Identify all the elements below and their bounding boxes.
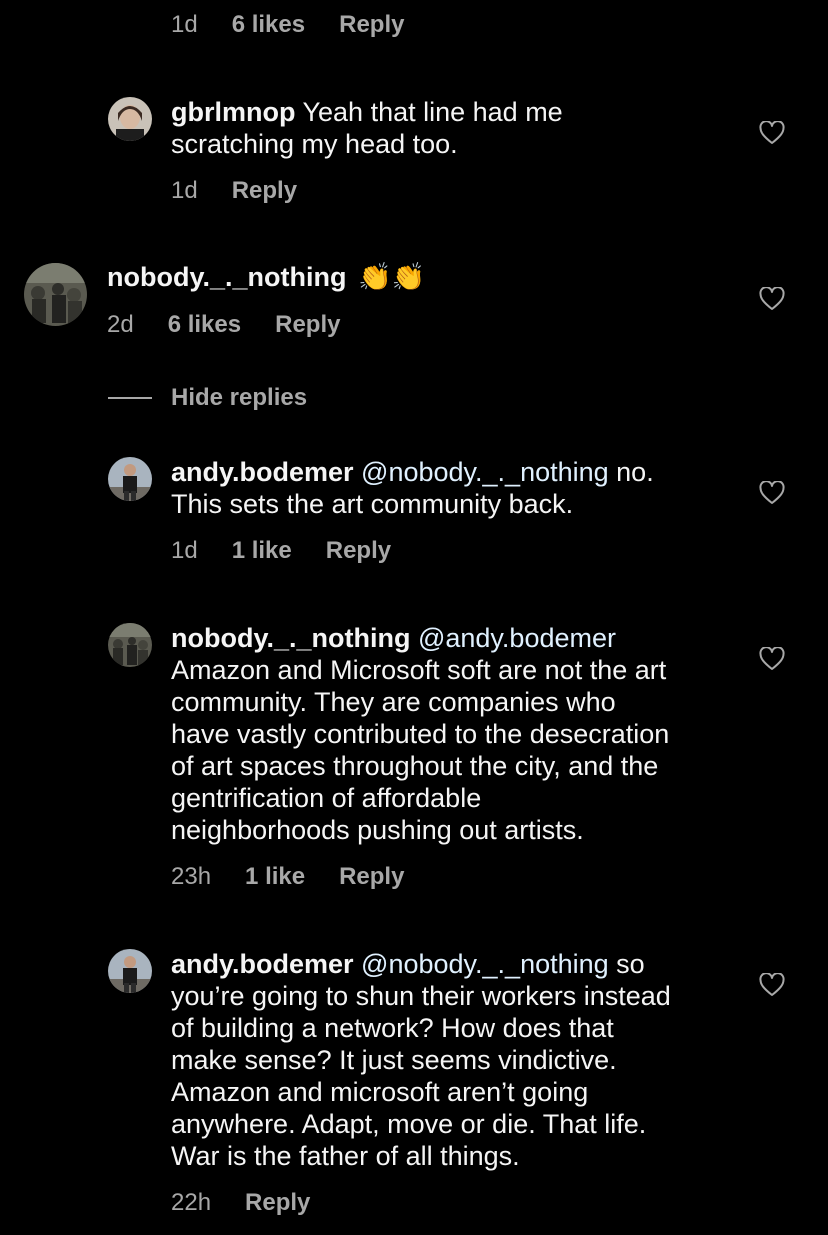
avatar[interactable] [108,97,152,141]
comment-body: andy.bodemer @nobody._._nothing so you’r… [171,948,671,1172]
comment-text-line: War is the father of all things. [171,1141,520,1171]
comment-body: gbrlmnop Yeah that line had me scratchin… [171,96,563,160]
comment-meta-top: 1d 6 likes Reply [171,9,438,41]
reply-button[interactable]: Reply [275,311,340,339]
heart-icon[interactable] [759,973,785,997]
comment-text-line: neighborhoods pushing out artists. [171,815,584,845]
comment-meta: 22h Reply [171,1187,344,1219]
clap-emoji: 👏👏 [357,262,426,292]
comment-body: nobody._._nothing @andy.bodemer Amazon a… [171,622,669,846]
comment-time: 1d [171,11,198,38]
comment-mention[interactable]: @nobody._._nothing [354,457,609,487]
comment-body: nobody._._nothing 👏👏 [107,261,425,293]
comment-likes[interactable]: 1 like [245,863,305,891]
comment-time: 22h [171,1189,212,1216]
avatar[interactable] [108,623,152,667]
reply-button[interactable]: Reply [245,1189,310,1217]
comment-meta: 2d 6 likes Reply [107,309,374,341]
heart-icon[interactable] [759,121,785,145]
comment-text-line: scratching my head too. [171,129,458,159]
comment-mention[interactable]: @nobody._._nothing [354,949,609,979]
comment-mention[interactable]: @andy.bodemer [410,623,616,653]
comment-text-line: anywhere. Adapt, move or die. That life. [171,1109,647,1139]
heart-icon[interactable] [759,287,785,311]
reply-button[interactable]: Reply [339,863,404,891]
comment-text-line: of building a network? How does that [171,1013,614,1043]
comment-text-line: have vastly contributed to the desecrati… [171,719,670,749]
comment-time: 1d [171,177,198,204]
comment-text-line: Amazon and microsoft aren’t going [171,1077,589,1107]
comment-text-line: Amazon and Microsoft soft are not the ar… [171,655,667,685]
comment-likes[interactable]: 1 like [232,537,292,565]
comment-time: 1d [171,537,198,564]
comment-text-line: make sense? It just seems vindictive. [171,1045,617,1075]
reply-button[interactable]: Reply [326,537,391,565]
comment-time: 23h [171,863,212,890]
comment-meta: 1d 1 like Reply [171,535,425,567]
comment-body: andy.bodemer @nobody._._nothing no. This… [171,456,654,520]
comment-text-line: of art spaces throughout the city, and t… [171,751,659,781]
comment-text-line: gentrification of affordable [171,783,482,813]
heart-icon[interactable] [759,647,785,671]
comment-time: 2d [107,311,134,338]
comment-meta: 23h 1 like Reply [171,861,438,893]
comment-username[interactable]: gbrlmnop [171,97,295,127]
reply-button[interactable]: Reply [339,11,404,39]
hide-replies-divider [108,397,152,399]
heart-icon[interactable] [759,481,785,505]
comment-likes[interactable]: 6 likes [168,311,241,339]
comment-likes[interactable]: 6 likes [232,11,305,39]
comment-text-line: Yeah that line had me [295,97,563,127]
comment-text-line: no. [608,457,654,487]
comment-meta: 1d Reply [171,175,331,207]
comment-username[interactable]: andy.bodemer [171,949,354,979]
avatar[interactable] [108,949,152,993]
comment-username[interactable]: nobody._._nothing [171,623,410,653]
comment-username[interactable]: nobody._._nothing [107,262,346,292]
comment-text-line: This sets the art community back. [171,489,574,519]
comment-text-line: so [608,949,645,979]
avatar[interactable] [108,457,152,501]
reply-button[interactable]: Reply [232,177,297,205]
avatar[interactable] [24,263,87,326]
comment-username[interactable]: andy.bodemer [171,457,354,487]
comment-text-line: you’re going to shun their workers inste… [171,981,671,1011]
comment-text-line: community. They are companies who [171,687,616,717]
hide-replies-button[interactable]: Hide replies [171,382,307,414]
